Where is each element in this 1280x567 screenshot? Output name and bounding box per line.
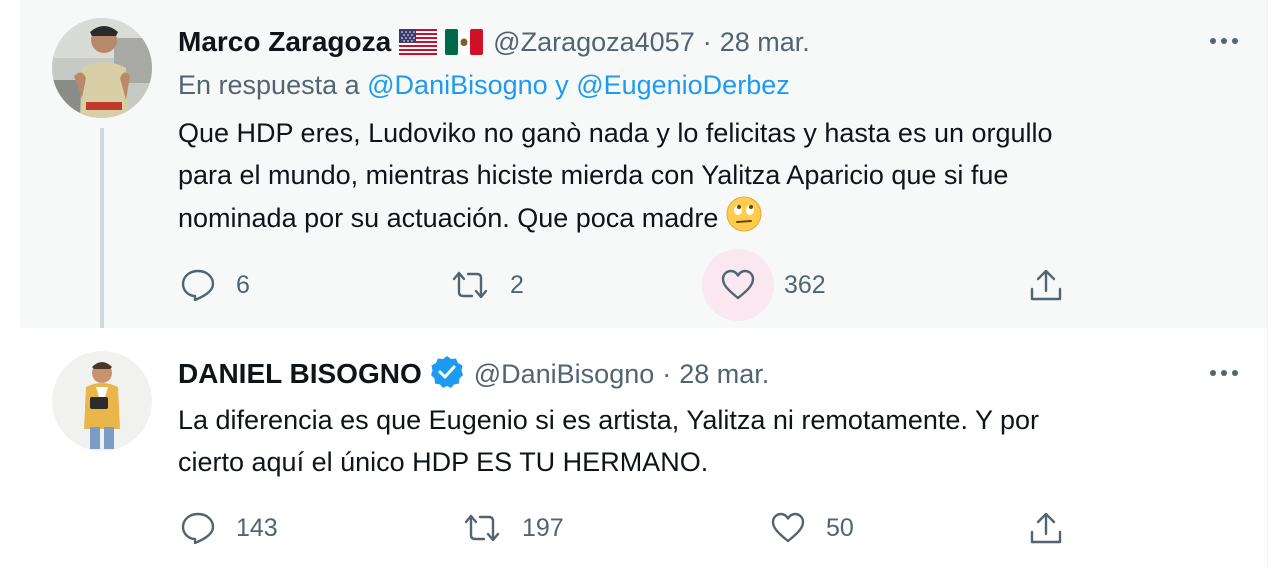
share-button[interactable] bbox=[1026, 255, 1066, 315]
avatar[interactable] bbox=[52, 18, 152, 118]
timestamp[interactable]: 28 mar. bbox=[679, 359, 769, 390]
tweet-text-line: cierto aquí el único HDP ES TU HERMANO. bbox=[178, 447, 709, 477]
separator: · bbox=[662, 358, 672, 389]
like-button[interactable]: 362 bbox=[702, 245, 826, 325]
display-name[interactable]: Marco Zaragoza bbox=[178, 26, 391, 58]
retweet-count: 197 bbox=[522, 513, 564, 542]
divider bbox=[1267, 328, 1268, 567]
replying-prefix: En respuesta a bbox=[178, 70, 360, 100]
like-count: 50 bbox=[826, 513, 854, 542]
more-options-button[interactable] bbox=[1206, 358, 1242, 388]
us-flag-icon bbox=[399, 29, 438, 55]
reply-button[interactable]: 6 bbox=[178, 255, 250, 315]
display-name[interactable]: DANIEL BISOGNO bbox=[178, 358, 422, 390]
more-dots-icon bbox=[1210, 370, 1238, 376]
eye-roll-emoji-icon bbox=[726, 196, 762, 244]
more-dots-icon bbox=[1210, 38, 1238, 44]
heart-icon bbox=[768, 498, 808, 558]
replying-joiner: y bbox=[555, 70, 569, 100]
divider bbox=[1267, 0, 1268, 328]
tweet-text-line: Que HDP eres, Ludoviko no ganò nada y lo… bbox=[178, 118, 1053, 148]
tweet-text-line: para el mundo, mientras hiciste mierda c… bbox=[178, 160, 1009, 190]
retweet-icon bbox=[460, 498, 504, 558]
timestamp[interactable]: 28 mar. bbox=[720, 27, 810, 58]
tweet-daniel-bisogno[interactable]: DANIEL BISOGNO @DaniBisogno · 28 mar. La… bbox=[20, 328, 1268, 567]
handle[interactable]: @Zaragoza4057 bbox=[493, 27, 695, 58]
retweet-button[interactable]: 2 bbox=[448, 255, 524, 315]
tweet-text-line: nominada por su actuación. Que poca madr… bbox=[178, 196, 1218, 244]
retweet-button[interactable]: 197 bbox=[460, 498, 564, 558]
heart-icon bbox=[702, 249, 774, 321]
handle[interactable]: @DaniBisogno bbox=[474, 359, 655, 390]
share-icon bbox=[1026, 498, 1066, 558]
share-icon bbox=[1026, 255, 1066, 315]
like-count: 362 bbox=[784, 270, 826, 299]
tweet-text: Que HDP eres, Ludoviko no ganò nada y lo… bbox=[178, 112, 1218, 244]
retweet-icon bbox=[448, 255, 492, 315]
thread-line bbox=[100, 128, 104, 343]
more-options-button[interactable] bbox=[1206, 26, 1242, 56]
action-bar: 6 2 362 bbox=[178, 249, 1078, 321]
action-bar: 143 197 50 bbox=[178, 498, 1078, 558]
mention-eugenioderbez[interactable]: @EugenioDerbez bbox=[576, 70, 790, 100]
tweet-marco-zaragoza[interactable]: Marco Zaragoza @Zaragoza4057 · 28 mar. E… bbox=[20, 0, 1268, 343]
mention-danibisogno[interactable]: @DaniBisogno bbox=[367, 70, 548, 100]
avatar[interactable] bbox=[52, 351, 152, 451]
reply-button[interactable]: 143 bbox=[178, 498, 278, 558]
separator: · bbox=[702, 26, 712, 57]
reply-count: 6 bbox=[236, 270, 250, 299]
mx-flag-icon bbox=[445, 29, 484, 55]
reply-icon bbox=[178, 498, 218, 558]
retweet-count: 2 bbox=[510, 270, 524, 299]
tweet-header: DANIEL BISOGNO @DaniBisogno · 28 mar. bbox=[178, 354, 769, 394]
verified-badge-icon bbox=[430, 355, 464, 394]
tweet-text-line: La diferencia es que Eugenio si es artis… bbox=[178, 405, 1040, 435]
share-button[interactable] bbox=[1026, 498, 1066, 558]
reply-count: 143 bbox=[236, 513, 278, 542]
tweet-text: La diferencia es que Eugenio si es artis… bbox=[178, 399, 1218, 483]
replying-to: En respuesta a @DaniBisogno y @EugenioDe… bbox=[178, 70, 790, 101]
reply-icon bbox=[178, 255, 218, 315]
tweet-header: Marco Zaragoza @Zaragoza4057 · 28 mar. bbox=[178, 22, 810, 62]
like-button[interactable]: 50 bbox=[768, 498, 854, 558]
